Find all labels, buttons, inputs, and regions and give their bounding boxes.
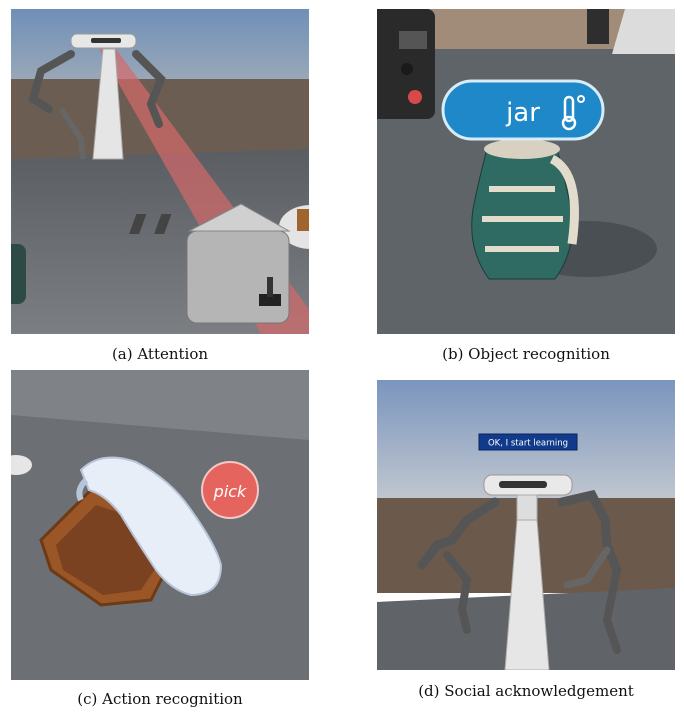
action-recognition-scene: pick bbox=[11, 370, 309, 680]
speech-banner: OK, I start learning bbox=[478, 433, 578, 451]
speech-banner-text: OK, I start learning bbox=[488, 439, 568, 449]
panel-attention bbox=[11, 9, 309, 334]
caption-object-recognition: (b) Object recognition bbox=[442, 345, 610, 363]
object-label-chip: jar bbox=[441, 79, 605, 141]
robot-arm-partial bbox=[587, 9, 609, 44]
jar bbox=[471, 139, 579, 280]
panel-social-acknowledgement: OK, I start learning bbox=[377, 380, 675, 670]
caption-social-acknowledgement: (d) Social acknowledgement bbox=[418, 682, 634, 700]
panel-object-recognition: jar bbox=[377, 9, 675, 334]
social-acknowledgement-scene: OK, I start learning bbox=[377, 380, 675, 670]
action-label-chip: pick bbox=[201, 461, 259, 519]
object-label-text: jar bbox=[505, 98, 540, 128]
object-recognition-scene: jar bbox=[377, 9, 675, 334]
attention-scene bbox=[11, 9, 309, 334]
panel-action-recognition: pick bbox=[11, 370, 309, 680]
toast-on-plate bbox=[297, 209, 309, 231]
caption-attention: (a) Attention bbox=[111, 345, 209, 363]
jar-partial bbox=[11, 244, 26, 304]
toaster-button-red bbox=[408, 90, 422, 104]
action-label-text: pick bbox=[213, 482, 247, 501]
caption-action-recognition: (c) Action recognition bbox=[77, 690, 243, 708]
